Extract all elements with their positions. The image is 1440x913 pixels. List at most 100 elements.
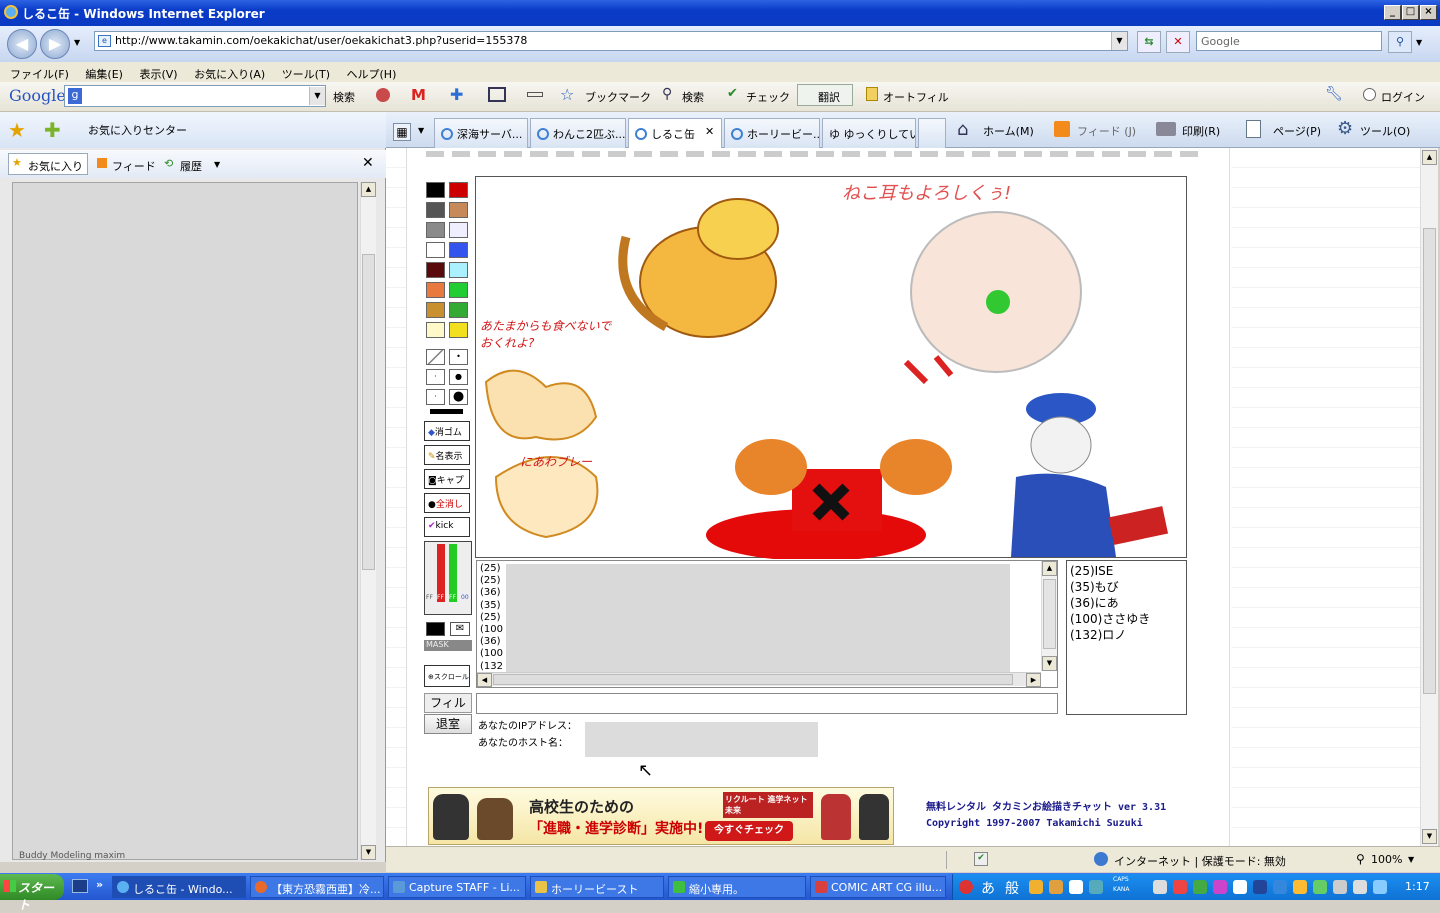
address-dropdown-icon[interactable]: ▼ <box>1111 32 1127 50</box>
clear-all-button[interactable]: ●全消し <box>424 493 470 513</box>
show-names-button[interactable]: ✎名表示 <box>424 445 470 465</box>
chat-scroll-up-icon[interactable]: ▲ <box>1042 561 1057 576</box>
user-item[interactable]: (35)もび <box>1070 579 1183 595</box>
feeds-button[interactable]: フィード (J) <box>1077 123 1136 139</box>
taskbar-item[interactable]: 【東方恐霧西亜】冷... <box>250 876 384 898</box>
screen-icon[interactable] <box>488 87 506 102</box>
close-window-button[interactable]: × <box>1420 5 1437 20</box>
content-scrollbar[interactable]: ▲ ▼ <box>1420 148 1438 846</box>
google-search-input[interactable]: g ▼ <box>64 85 326 107</box>
palette-color-swatch[interactable] <box>449 322 468 338</box>
scroll-toggle-button[interactable]: ⊕スクロール <box>424 665 470 687</box>
back-button[interactable]: ◀ <box>7 29 37 59</box>
palette-color-swatch[interactable] <box>449 182 468 198</box>
maximize-button[interactable]: □ <box>1402 5 1419 20</box>
palette-color-swatch[interactable] <box>449 222 468 238</box>
eraser-button[interactable]: ◆消ゴム <box>424 421 470 441</box>
check-button[interactable]: チェック <box>746 89 790 105</box>
ad-banner[interactable]: 高校生のための 「進職・進学診断」実施中! 今すぐチェック リクルート 進学ネッ… <box>428 787 894 845</box>
menu-favorites[interactable]: お気に入り(A) <box>194 68 265 81</box>
pen-tool[interactable] <box>426 349 445 365</box>
tab-5[interactable]: ゆ ゆっくりしてい... <box>822 118 916 148</box>
tab-3-active[interactable]: しるこ缶 ✕ <box>628 118 722 149</box>
sidebar-icon[interactable] <box>527 92 543 97</box>
palette-color-swatch[interactable] <box>426 222 445 238</box>
chat-scroll-left-icon[interactable]: ◀ <box>477 673 492 687</box>
palette-color-swatch[interactable] <box>449 262 468 278</box>
tray-tool-icon[interactable] <box>1089 880 1103 894</box>
stop-button[interactable]: ✕ <box>1166 31 1190 53</box>
tray-app-icon[interactable] <box>1273 880 1287 894</box>
mask-button[interactable]: MASK <box>424 640 472 651</box>
print-button[interactable]: 印刷(R) <box>1182 123 1220 139</box>
tray-app-icon[interactable] <box>1293 880 1307 894</box>
scroll-thumb[interactable] <box>362 254 375 570</box>
medium-dot-tool[interactable]: ● <box>449 369 468 385</box>
palette-color-swatch[interactable] <box>426 282 445 298</box>
search-button[interactable]: ⚲ <box>1388 31 1412 53</box>
rgb-sliders[interactable]: FF FF FF 00 <box>424 541 472 615</box>
security-zone-label[interactable]: インターネット | 保護モード: 無効 <box>1114 853 1286 869</box>
capture-button[interactable]: ◙キャプ <box>424 469 470 489</box>
user-item[interactable]: (132)ロノ <box>1070 627 1183 643</box>
chat-log-hscroll[interactable]: ◀ ▶ <box>477 672 1041 687</box>
current-color-swatch[interactable] <box>426 622 445 636</box>
content-scroll-down-icon[interactable]: ▼ <box>1422 829 1437 844</box>
content-scroll-up-icon[interactable]: ▲ <box>1422 150 1437 165</box>
bookmark-button[interactable]: ブックマーク <box>585 89 651 105</box>
small-dot-tool[interactable]: · <box>426 369 445 385</box>
minimize-button[interactable]: _ <box>1384 5 1401 20</box>
address-bar[interactable]: e http://www.takamin.com/oekakichat/user… <box>94 31 1128 51</box>
tray-app-icon[interactable] <box>1253 880 1267 894</box>
favorites-center-label[interactable]: お気に入りセンター <box>88 122 187 138</box>
chat-scroll-right-icon[interactable]: ▶ <box>1026 673 1041 687</box>
user-item[interactable]: (36)にあ <box>1070 595 1183 611</box>
menu-file[interactable]: ファイル(F) <box>10 68 69 81</box>
chat-input[interactable] <box>476 693 1058 714</box>
filter-button[interactable]: フィルタ <box>424 693 472 728</box>
content-scroll-thumb[interactable] <box>1423 228 1436 694</box>
add-button-icon[interactable]: ✚ <box>450 85 463 104</box>
autofill-button[interactable]: オートフィル <box>883 89 949 105</box>
palette-color-swatch[interactable] <box>426 182 445 198</box>
favorites-list-item[interactable]: Buddy Modeling maxim <box>19 851 125 861</box>
menu-view[interactable]: 表示(V) <box>139 68 177 81</box>
scroll-up-icon[interactable]: ▲ <box>361 182 376 197</box>
refresh-button[interactable]: ⇆ <box>1137 31 1161 53</box>
tab-2[interactable]: わんこ2匹ぶ... <box>530 118 626 148</box>
dot-tool[interactable]: • <box>449 349 468 365</box>
taskbar-item[interactable]: Capture STAFF - Li... <box>388 876 526 898</box>
history-dropdown-icon[interactable]: ▼ <box>74 38 80 47</box>
favorites-list[interactable]: Buddy Modeling maxim <box>12 182 358 861</box>
bookmark-star-icon[interactable]: ☆ <box>560 85 574 104</box>
quicklaunch-chevron-icon[interactable]: » <box>96 878 103 891</box>
palette-color-swatch[interactable] <box>426 262 445 278</box>
gmail-icon[interactable]: M <box>411 86 426 104</box>
menu-edit[interactable]: 編集(E) <box>85 68 123 81</box>
palette-color-swatch[interactable] <box>426 322 445 338</box>
tab-4[interactable]: ホーリービー... <box>724 118 820 148</box>
taskbar-item[interactable]: ホーリービースト <box>530 876 664 898</box>
palette-color-swatch[interactable] <box>426 242 445 258</box>
tray-app-icon[interactable] <box>1333 880 1347 894</box>
favorites-tab[interactable]: お気に入り <box>28 158 83 174</box>
network-icon[interactable] <box>1373 880 1387 894</box>
add-favorite-icon[interactable]: ✚ <box>44 118 61 142</box>
tray-tool-icon[interactable] <box>1049 880 1063 894</box>
palette-color-swatch[interactable] <box>449 202 468 218</box>
tray-tool-icon[interactable] <box>1029 880 1043 894</box>
popup-blocker-icon[interactable] <box>376 88 390 102</box>
kick-button[interactable]: ✔kick <box>424 517 470 537</box>
tray-tool-icon[interactable] <box>1069 880 1083 894</box>
history-tab[interactable]: 履歴 <box>180 158 202 174</box>
tray-app-icon[interactable] <box>1153 880 1167 894</box>
google-search-dropdown-icon[interactable]: ▼ <box>309 87 325 105</box>
clock[interactable]: 1:17 <box>1405 880 1430 893</box>
taskbar-item[interactable]: 縮小専用。 <box>668 876 806 898</box>
user-item[interactable]: (25)ISE <box>1070 563 1183 579</box>
chat-hscroll-thumb[interactable] <box>493 674 1013 685</box>
menu-tools[interactable]: ツール(T) <box>282 68 330 81</box>
user-list[interactable]: (25)ISE (35)もび (36)にあ (100)ささゆき (132)ロノ <box>1066 560 1187 715</box>
quick-tabs-icon[interactable]: ▦ <box>393 123 411 141</box>
palette-color-swatch[interactable] <box>449 302 468 318</box>
